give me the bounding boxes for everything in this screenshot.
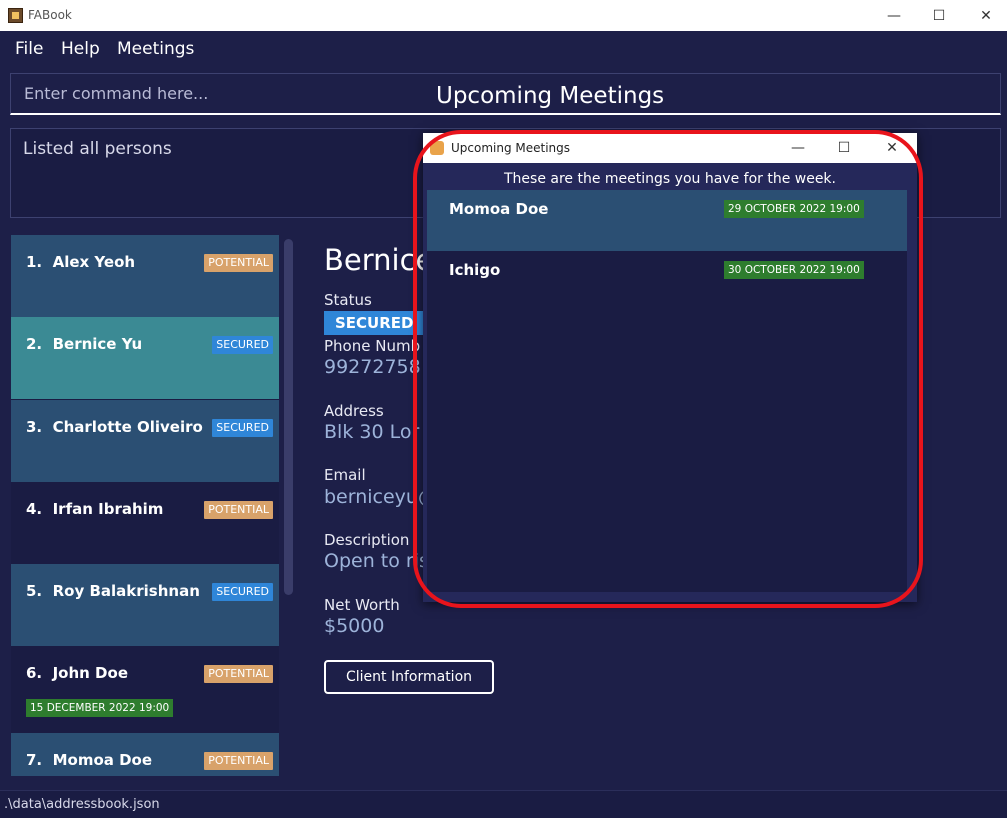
phone-value: 99272758: [324, 356, 421, 378]
window-title: FABook: [28, 8, 72, 22]
description-label: Description: [324, 531, 410, 549]
meeting-item-1[interactable]: Momoa Doe 29 OCTOBER 2022 19:00: [427, 190, 907, 251]
person-name: 5. Roy Balakrishnan: [26, 582, 200, 600]
email-label: Email: [324, 466, 366, 484]
phone-label: Phone Numb: [324, 337, 421, 355]
upcoming-meetings-caption: Upcoming Meetings: [436, 83, 665, 109]
person-card-5[interactable]: 5. Roy Balakrishnan SECURED: [11, 564, 279, 646]
address-label: Address: [324, 402, 384, 420]
person-list-panel: 1. Alex Yeoh POTENTIAL 2. Bernice Yu SEC…: [0, 225, 300, 788]
meeting-person-name: Ichigo: [449, 261, 501, 279]
menu-file[interactable]: File: [15, 39, 43, 59]
meeting-badge: 15 DECEMBER 2022 19:00: [26, 699, 174, 717]
email-value: berniceyu@: [324, 486, 437, 508]
popup-close-button[interactable]: ✕: [877, 136, 907, 160]
person-name: 2. Bernice Yu: [26, 335, 143, 353]
menu-meetings[interactable]: Meetings: [117, 39, 194, 59]
popup-minimize-button[interactable]: —: [783, 136, 813, 160]
detail-name: Bernice: [324, 243, 434, 277]
person-card-3[interactable]: 3. Charlotte Oliveiro SECURED: [11, 400, 279, 482]
person-card-4[interactable]: 4. Irfan Ibrahim POTENTIAL: [11, 482, 279, 564]
meeting-datetime-badge: 30 OCTOBER 2022 19:00: [724, 261, 864, 279]
status-badge: POTENTIAL: [204, 665, 273, 683]
address-value: Blk 30 Lor: [324, 421, 420, 443]
person-card-1[interactable]: 1. Alex Yeoh POTENTIAL: [11, 235, 279, 317]
networth-label: Net Worth: [324, 596, 400, 614]
status-badge: SECURED: [212, 419, 273, 437]
popup-titlebar: Upcoming Meetings — ☐ ✕: [423, 133, 917, 163]
maximize-button[interactable]: ☐: [924, 4, 954, 28]
window-titlebar: FABook — ☐ ✕: [0, 0, 1007, 31]
popup-maximize-button[interactable]: ☐: [829, 136, 859, 160]
popup-header-text: These are the meetings you have for the …: [504, 171, 836, 187]
popup-title: Upcoming Meetings: [451, 141, 571, 155]
popup-app-icon: [430, 141, 444, 155]
networth-value: $5000: [324, 615, 385, 637]
menu-help[interactable]: Help: [61, 39, 100, 59]
description-value: Open to ris: [324, 550, 429, 572]
person-card-7[interactable]: 7. Momoa Doe POTENTIAL: [11, 733, 279, 776]
app-icon: [8, 8, 23, 23]
person-name: 4. Irfan Ibrahim: [26, 500, 164, 518]
client-information-button[interactable]: Client Information: [324, 660, 494, 694]
result-text: Listed all persons: [23, 139, 172, 159]
close-button[interactable]: ✕: [971, 4, 1001, 28]
meeting-person-name: Momoa Doe: [449, 200, 549, 218]
person-name: 6. John Doe: [26, 664, 128, 682]
meeting-list[interactable]: Momoa Doe 29 OCTOBER 2022 19:00 Ichigo 3…: [427, 190, 907, 592]
menu-bar: File Help Meetings: [0, 31, 1007, 68]
person-card-2[interactable]: 2. Bernice Yu SECURED: [11, 317, 279, 399]
status-bar: .\data\addressbook.json: [0, 790, 1007, 818]
person-list[interactable]: 1. Alex Yeoh POTENTIAL 2. Bernice Yu SEC…: [11, 235, 279, 776]
status-label: Status: [324, 291, 372, 309]
minimize-button[interactable]: —: [879, 4, 909, 28]
list-scrollbar[interactable]: [284, 239, 293, 595]
status-badge: SECURED: [212, 336, 273, 354]
person-name: 7. Momoa Doe: [26, 751, 153, 769]
status-badge: POTENTIAL: [204, 752, 273, 770]
person-name: 3. Charlotte Oliveiro: [26, 418, 203, 436]
upcoming-meetings-window: Upcoming Meetings — ☐ ✕ These are the me…: [423, 133, 917, 602]
status-badge: POTENTIAL: [204, 254, 273, 272]
meeting-datetime-badge: 29 OCTOBER 2022 19:00: [724, 200, 864, 218]
data-file-path: .\data\addressbook.json: [4, 797, 160, 812]
person-name: 1. Alex Yeoh: [26, 253, 136, 271]
status-badge: SECURED: [212, 583, 273, 601]
person-card-6[interactable]: 6. John Doe POTENTIAL 15 DECEMBER 2022 1…: [11, 646, 279, 728]
status-badge: POTENTIAL: [204, 501, 273, 519]
meeting-item-2[interactable]: Ichigo 30 OCTOBER 2022 19:00: [427, 251, 907, 312]
detail-status-badge: SECURED: [324, 311, 425, 335]
